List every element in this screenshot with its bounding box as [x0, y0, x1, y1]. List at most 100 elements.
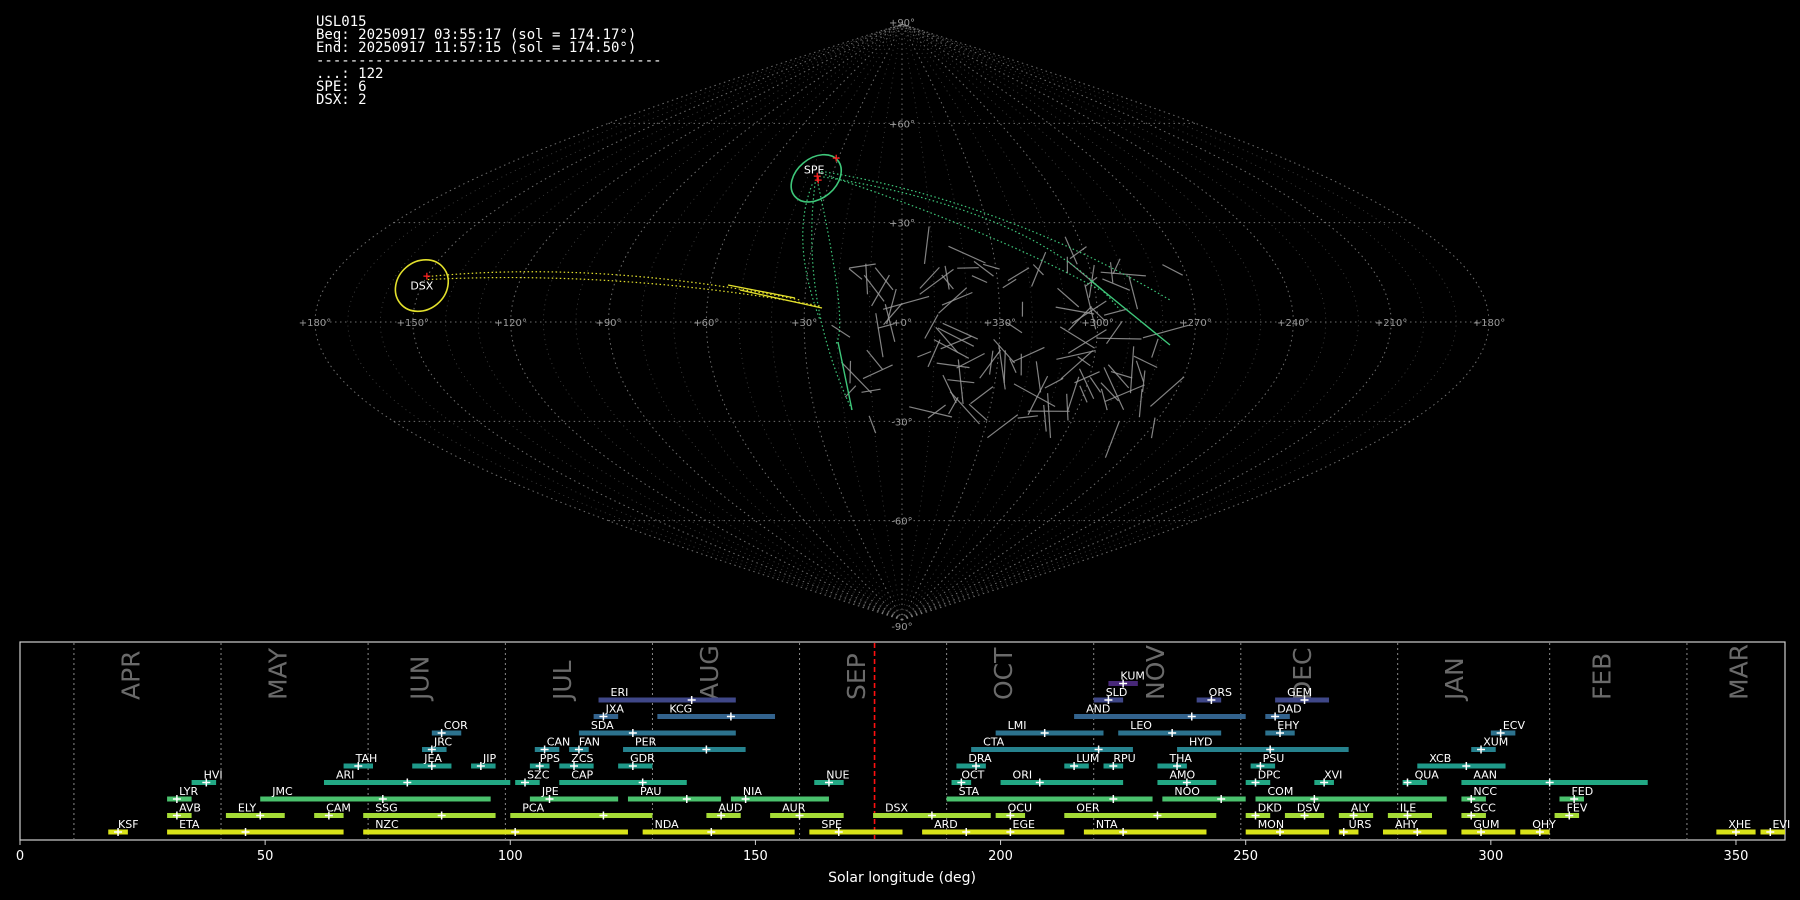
shower-label: MON: [1258, 818, 1284, 831]
shower-label: TAH: [355, 752, 378, 765]
shower-label: SCC: [1473, 802, 1496, 815]
shower-label: ARI: [336, 769, 354, 782]
sporadic-trail: [1012, 346, 1045, 363]
lon-tick-label: +0°: [892, 318, 912, 329]
month-label: JAN: [1440, 657, 1469, 702]
shower-label: NCC: [1473, 785, 1497, 798]
shower-label: DPC: [1258, 769, 1281, 782]
shower-label: EVI: [1772, 818, 1790, 831]
shower-label: ORI: [1013, 769, 1033, 782]
month-label: NOV: [1141, 645, 1170, 700]
shower-label: OHY: [1532, 818, 1556, 831]
sporadic-trail: [993, 339, 1016, 364]
sporadic-trail: [1135, 360, 1145, 382]
shower-label: PSU: [1263, 752, 1285, 765]
dsx-segment: [727, 284, 796, 299]
x-tick-label: 350: [1724, 849, 1749, 864]
shower-label: CAM: [326, 802, 351, 815]
shower-label: FED: [1571, 785, 1593, 798]
sporadic-trail: [1151, 338, 1159, 358]
x-tick-label: 200: [988, 849, 1013, 864]
shower-label: LMI: [1008, 719, 1027, 732]
sporadic-trail: [1003, 350, 1006, 383]
sporadic-trail: [1129, 346, 1135, 394]
spe-trail: [811, 182, 853, 411]
shower-label: DSV: [1297, 802, 1320, 815]
shower-label: AAN: [1473, 769, 1497, 782]
shower-label: EHY: [1277, 719, 1299, 732]
shower-bars: KSF ETA NZC NDA SPE ARD EGE NTA MON URS AHY GUM OHY X…: [108, 670, 1790, 836]
shower-label: NTA: [1096, 818, 1118, 831]
shower-label: AHY: [1395, 818, 1418, 831]
lon-tick-label: +300°: [1081, 318, 1113, 329]
shower-label: CAN: [547, 736, 570, 749]
shower-label: DRA: [968, 752, 992, 765]
lon-tick-label: +210°: [1375, 318, 1407, 329]
sporadic-trail: [957, 267, 979, 269]
month-label: JUN: [406, 656, 435, 702]
shower-label: SPE: [821, 818, 842, 831]
x-tick-label: 0: [16, 849, 24, 864]
shower-label: ORS: [1209, 686, 1232, 699]
shower-label: AMO: [1169, 769, 1195, 782]
lon-tick-label: +30°: [791, 318, 817, 329]
shower-label: CTA: [983, 736, 1005, 749]
sporadic-trail: [1078, 368, 1095, 400]
shower-label: JRC: [433, 736, 452, 749]
shower-label: ECV: [1503, 719, 1526, 732]
shower-timeline: APR MAY JUN JUL AUG SEP OCT NOV DEC JAN FEB MAR KSF…: [16, 641, 1790, 886]
lat-tick-label: -60°: [891, 517, 912, 528]
shower-label: OER: [1076, 802, 1100, 815]
shower-label: GDR: [630, 752, 655, 765]
sporadic-trail: [862, 364, 893, 380]
shower-label: ALY: [1351, 802, 1370, 815]
shower-label: PAU: [640, 785, 662, 798]
sporadic-trail: [1096, 337, 1142, 340]
month-label: OCT: [989, 647, 1018, 700]
shower-meteor-trails: ++++SPEDSX: [394, 151, 1171, 411]
shower-label: STA: [959, 785, 980, 798]
shower-label: JEA: [423, 752, 442, 765]
shower-label: JMC: [271, 785, 293, 798]
shower-label: DKD: [1258, 802, 1282, 815]
lon-tick-label: +60°: [693, 318, 719, 329]
x-axis: 0 50 100 150 200 250 300 350: [16, 840, 1749, 864]
shower-label: OCT: [961, 769, 984, 782]
sporadic-trail: [942, 322, 979, 340]
shower-label: PER: [635, 736, 657, 749]
lat-tick-label: +90°: [889, 18, 915, 29]
shower-label: XUM: [1483, 736, 1508, 749]
sporadic-trail: [919, 266, 940, 289]
sporadic-trail: [882, 295, 930, 310]
lon-tick-label: +150°: [397, 318, 429, 329]
shower-label: OCU: [1008, 802, 1032, 815]
shower-label: XVI: [1324, 769, 1342, 782]
sporadic-trail: [942, 374, 957, 404]
shower-bar: [363, 829, 628, 835]
lon-tick-label: +330°: [984, 318, 1016, 329]
spe-radiant-label: SPE: [804, 163, 825, 176]
shower-label: HYD: [1189, 736, 1212, 749]
sporadic-trail: [1162, 264, 1183, 276]
sporadic-trail: [1150, 417, 1156, 439]
shower-label: HVI: [204, 769, 223, 782]
sporadic-trail: [971, 275, 988, 284]
shower-label: ILE: [1400, 802, 1416, 815]
x-axis-label: Solar longitude (deg): [828, 870, 976, 886]
shower-label: XHE: [1728, 818, 1751, 831]
shower-label: AVB: [179, 802, 201, 815]
sporadic-trail: [1102, 278, 1131, 291]
shower-bar: [260, 796, 491, 802]
lat-tick-label: -90°: [891, 622, 912, 630]
x-tick-label: 50: [257, 849, 274, 864]
sporadic-trail: [848, 268, 863, 280]
sporadic-trail: [1128, 275, 1139, 310]
month-label: SEP: [842, 653, 871, 700]
sporadic-trail: [1044, 377, 1064, 389]
shower-label: DSX: [885, 802, 908, 815]
sporadic-trail: [1007, 267, 1030, 282]
sporadic-trail: [1066, 393, 1069, 421]
sporadic-trail: [948, 245, 986, 264]
sporadic-trail: [1150, 376, 1185, 407]
shower-label: GUM: [1473, 818, 1499, 831]
